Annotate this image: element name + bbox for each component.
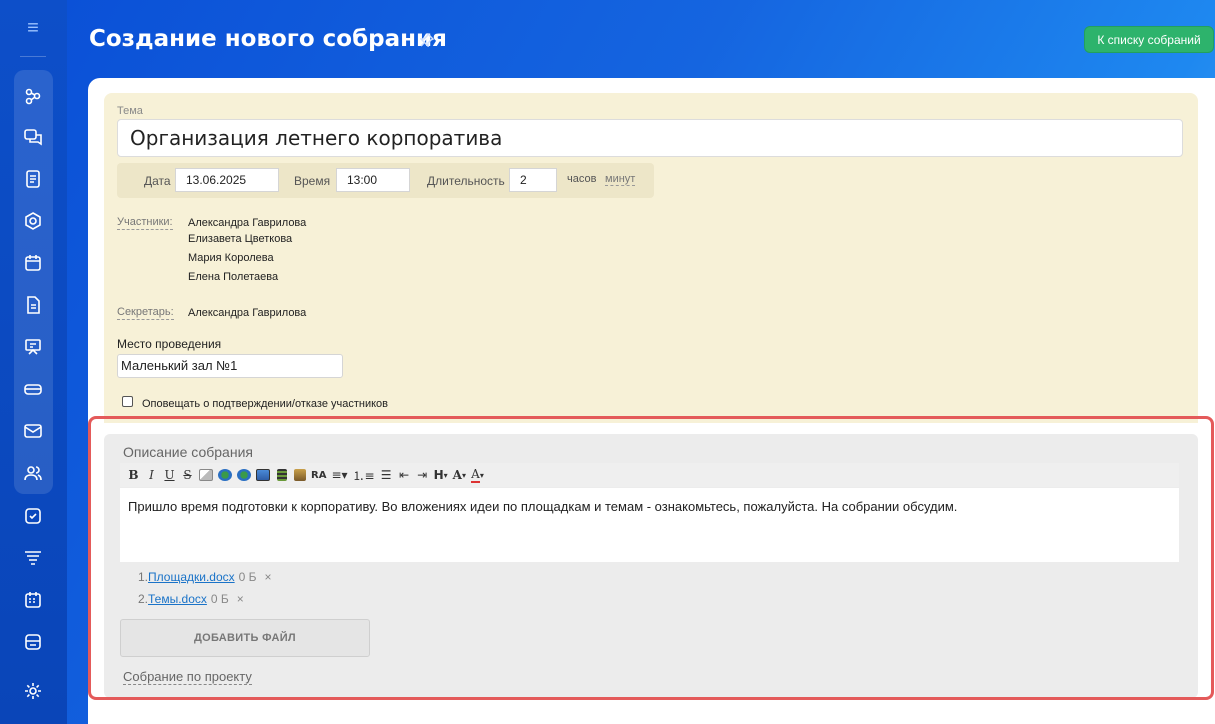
date-input[interactable]: 13.06.2025 [175,168,279,192]
participant-item: Елена Полетаева [188,271,279,283]
duration-label: Длительность [427,174,505,188]
notify-checkbox[interactable] [122,396,133,407]
meetings-list-button[interactable]: К списку собраний [1084,26,1214,53]
workflow-icon [25,88,41,105]
place-input[interactable]: Маленький зал №1 [117,354,343,378]
file-icon [27,296,40,314]
sidebar-item-tasks[interactable] [20,503,46,529]
minutes-unit-toggle[interactable]: минут [605,173,636,186]
time-label: Время [294,174,331,188]
funnel-icon [25,551,41,565]
sidebar-item-settings[interactable] [20,678,46,704]
sidebar: ≡ [0,0,67,724]
users-icon [24,466,42,481]
gear-icon [25,683,41,699]
time-input[interactable]: 13:00 [336,168,410,192]
sidebar-item-files[interactable] [20,292,46,318]
participant-item: Александра Гаврилова [188,217,307,229]
document-list-icon [26,170,40,188]
sidebar-item-feed[interactable] [20,83,46,109]
calendar-icon [25,255,41,271]
secretary-name: Александра Гаврилова [188,307,307,319]
place-label: Место проведения [117,337,222,351]
notify-label: Оповещать о подтверждении/отказе участни… [142,398,389,410]
pin-icon[interactable] [419,32,435,48]
schedule-icon [25,592,41,608]
page-title: Создание нового собрания [89,26,447,52]
archive-icon [25,634,41,650]
sidebar-item-archive[interactable] [20,629,46,655]
sidebar-item-chat[interactable] [20,124,46,150]
sidebar-item-projects[interactable] [20,208,46,234]
hours-unit-label: часов [567,173,597,185]
presentation-icon [25,339,41,355]
sidebar-item-schedule[interactable] [20,587,46,613]
chat-icon [24,129,42,146]
hexagon-icon [25,212,41,230]
participant-item: Мария Королева [188,252,274,264]
secretary-label[interactable]: Секретарь: [117,306,174,320]
topic-input[interactable]: Организация летнего корпоратива [117,119,1183,157]
sidebar-item-contacts[interactable] [20,460,46,486]
sidebar-divider [20,56,46,57]
sidebar-item-funnel[interactable] [20,545,46,571]
highlight-frame [88,416,1214,700]
mail-icon [24,424,42,438]
hamburger-menu-icon[interactable]: ≡ [22,18,44,38]
date-label: Дата [144,174,171,188]
duration-input[interactable]: 2 [509,168,557,192]
drive-icon [24,384,42,395]
sidebar-item-storage[interactable] [20,376,46,402]
participant-item: Елизавета Цветкова [188,233,293,245]
sidebar-item-documents[interactable] [20,166,46,192]
topic-label: Тема [117,105,143,117]
participants-label[interactable]: Участники: [117,216,173,230]
sidebar-item-mail[interactable] [20,418,46,444]
sidebar-item-meetings[interactable] [20,334,46,360]
sidebar-item-calendar[interactable] [20,250,46,276]
checkbox-icon [25,508,41,524]
